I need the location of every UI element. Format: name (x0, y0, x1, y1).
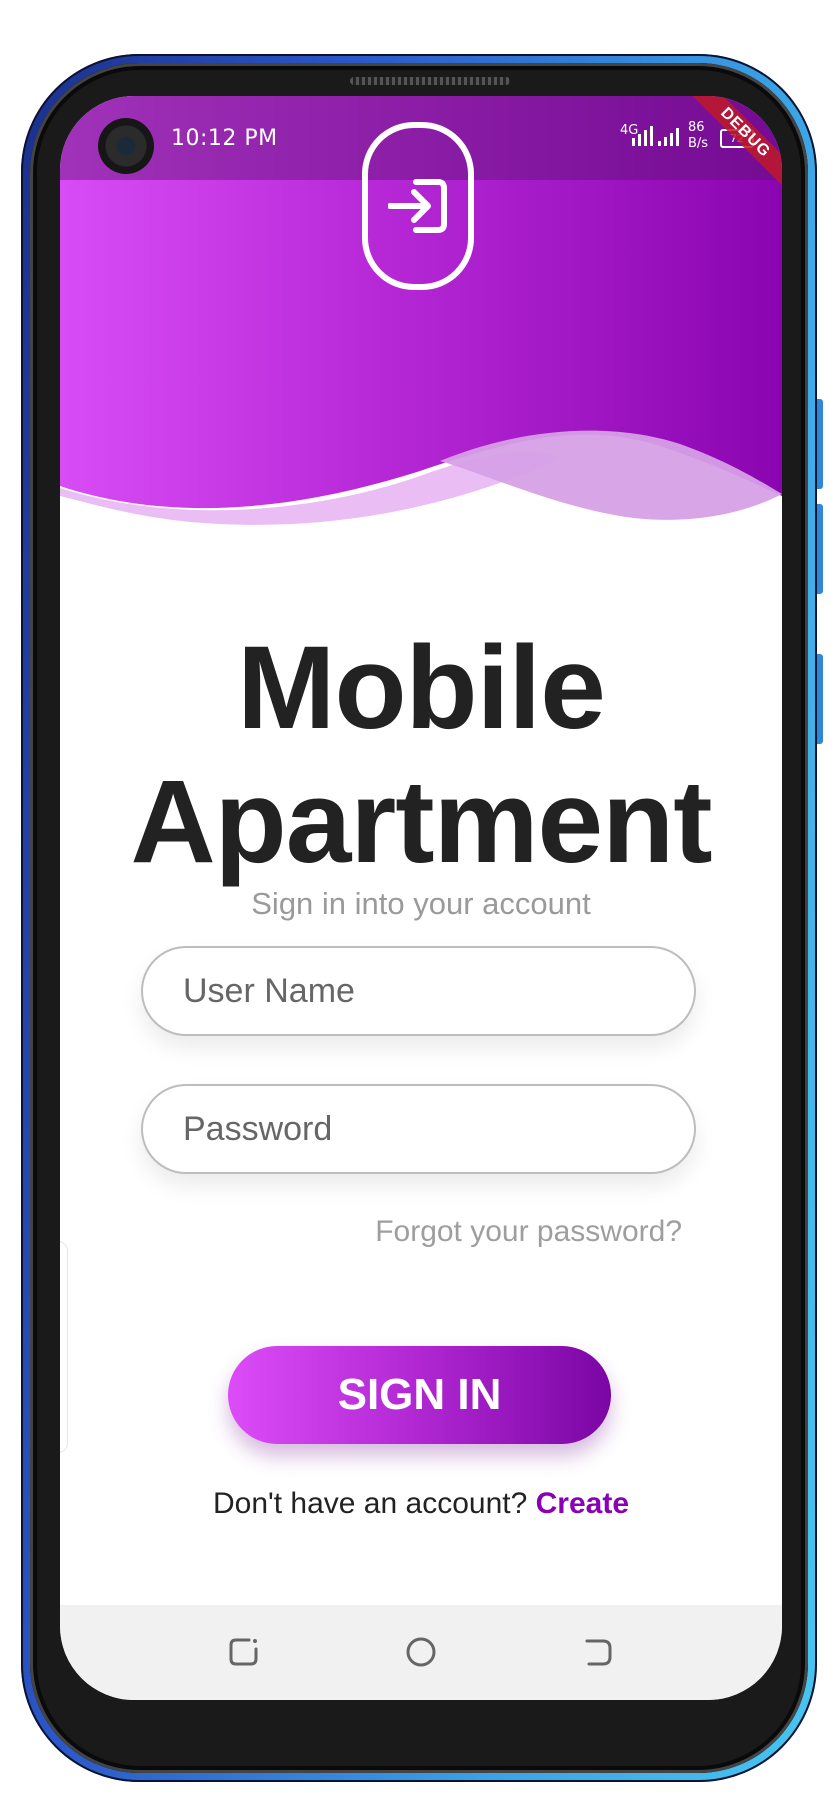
front-camera (98, 118, 154, 174)
network-speed: 86 B/s (688, 120, 708, 152)
no-account-text: Don't have an account? (212, 1487, 528, 1520)
network-speed-value: 86 (688, 120, 705, 135)
back-icon[interactable] (581, 1635, 615, 1669)
home-icon[interactable] (404, 1635, 438, 1669)
app-title: Mobile Apartment (60, 621, 782, 889)
app-title-line2: Apartment (130, 756, 712, 888)
forgot-password-link[interactable]: Forgot your password? (375, 1214, 682, 1250)
status-time: 10:12 PM (171, 126, 278, 151)
header-wave (60, 430, 782, 616)
login-icon (388, 179, 447, 233)
edge-panel-handle[interactable] (60, 1241, 68, 1453)
power-button (817, 654, 823, 744)
earpiece (350, 77, 510, 85)
network-speed-unit: B/s (688, 136, 709, 151)
signal-strength-icon (632, 126, 653, 146)
username-field[interactable] (141, 946, 696, 1036)
recent-apps-icon[interactable] (227, 1635, 261, 1669)
app-title-line1: Mobile (237, 622, 606, 754)
page-subtitle: Sign in into your account (251, 886, 591, 921)
navigation-bar (60, 1605, 782, 1700)
signal-strength-icon-2 (658, 126, 679, 146)
create-account-row: Don't have an account? Create (60, 1486, 782, 1522)
username-input[interactable] (181, 970, 694, 1012)
page: 10:12 PM 4G 86 B/s 72 DEBUG (0, 0, 840, 1800)
create-account-link[interactable]: Create (536, 1487, 629, 1520)
volume-up-button (817, 399, 823, 489)
password-input[interactable] (181, 1108, 694, 1150)
volume-down-button (817, 504, 823, 594)
password-field[interactable] (141, 1084, 696, 1174)
sign-in-button[interactable]: SIGN IN (228, 1346, 611, 1444)
app-screen: 10:12 PM 4G 86 B/s 72 DEBUG (60, 96, 782, 1700)
login-icon-container (362, 122, 474, 290)
